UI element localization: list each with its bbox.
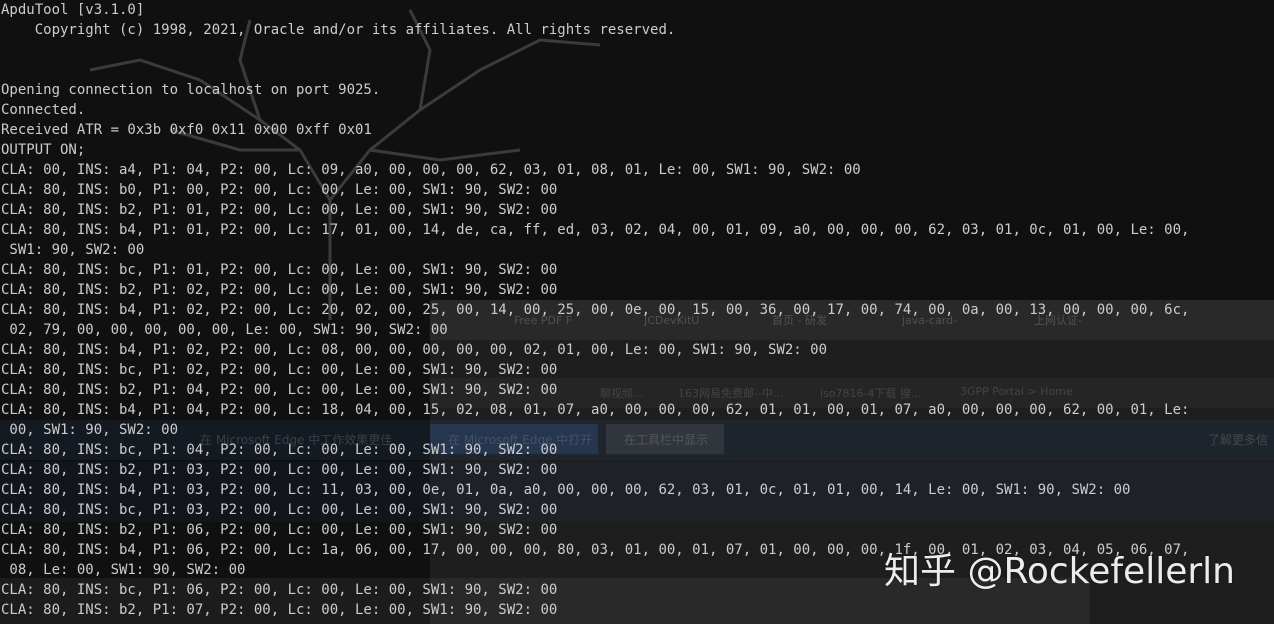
console-line: CLA: 80, INS: bc, P1: 04, P2: 00, Lc: 00… bbox=[1, 442, 558, 458]
console-output[interactable]: ApduTool [v3.1.0] Copyright (c) 1998, 20… bbox=[1, 0, 1189, 620]
console-line: Opening connection to localhost on port … bbox=[1, 82, 381, 98]
console-line: CLA: 80, INS: b2, P1: 01, P2: 00, Lc: 00… bbox=[1, 202, 558, 218]
console-line: OUTPUT ON; bbox=[1, 142, 86, 158]
console-line: CLA: 80, INS: b4, P1: 03, P2: 00, Lc: 11… bbox=[1, 482, 1131, 498]
zhihu-watermark: 知乎 @Rockefellerln bbox=[884, 551, 1235, 592]
console-line: CLA: 80, INS: b2, P1: 03, P2: 00, Lc: 00… bbox=[1, 462, 558, 478]
console-line: CLA: 00, INS: a4, P1: 04, P2: 00, Lc: 09… bbox=[1, 162, 861, 178]
background-infobar-link: 了解更多信 bbox=[1208, 433, 1269, 447]
console-line: ApduTool [v3.1.0] bbox=[1, 2, 145, 18]
console-line: CLA: 80, INS: b4, P1: 02, P2: 00, Lc: 20… bbox=[1, 302, 1190, 318]
console-line: CLA: 80, INS: bc, P1: 02, P2: 00, Lc: 00… bbox=[1, 362, 558, 378]
console-line: Copyright (c) 1998, 2021, Oracle and/or … bbox=[1, 22, 676, 38]
console-line: CLA: 80, INS: b0, P1: 00, P2: 00, Lc: 00… bbox=[1, 182, 558, 198]
console-line: 02, 79, 00, 00, 00, 00, 00, Le: 00, SW1:… bbox=[1, 322, 448, 338]
console-line: Received ATR = 0x3b 0xf0 0x11 0x00 0xff … bbox=[1, 122, 372, 138]
console-line: CLA: 80, INS: b2, P1: 06, P2: 00, Lc: 00… bbox=[1, 522, 558, 538]
console-line: CLA: 80, INS: b2, P1: 04, P2: 00, Lc: 00… bbox=[1, 382, 558, 398]
console-line: CLA: 80, INS: b4, P1: 02, P2: 00, Lc: 08… bbox=[1, 342, 828, 358]
terminal-window[interactable]: Free PDF F JCDevKitU 首页 - 研发 java-card- … bbox=[0, 0, 1274, 624]
console-line: 00, SW1: 90, SW2: 00 bbox=[1, 422, 179, 438]
console-line: Connected. bbox=[1, 102, 86, 118]
console-line: CLA: 80, INS: b4, P1: 01, P2: 00, Lc: 17… bbox=[1, 222, 1190, 238]
console-line: SW1: 90, SW2: 00 bbox=[1, 242, 145, 258]
console-line: CLA: 80, INS: bc, P1: 01, P2: 00, Lc: 00… bbox=[1, 262, 558, 278]
console-line: CLA: 80, INS: b2, P1: 02, P2: 00, Lc: 00… bbox=[1, 282, 558, 298]
console-line: CLA: 80, INS: b2, P1: 07, P2: 00, Lc: 00… bbox=[1, 602, 558, 618]
console-line: CLA: 80, INS: b4, P1: 04, P2: 00, Lc: 18… bbox=[1, 402, 1190, 418]
console-line: CLA: 80, INS: bc, P1: 03, P2: 00, Lc: 00… bbox=[1, 502, 558, 518]
